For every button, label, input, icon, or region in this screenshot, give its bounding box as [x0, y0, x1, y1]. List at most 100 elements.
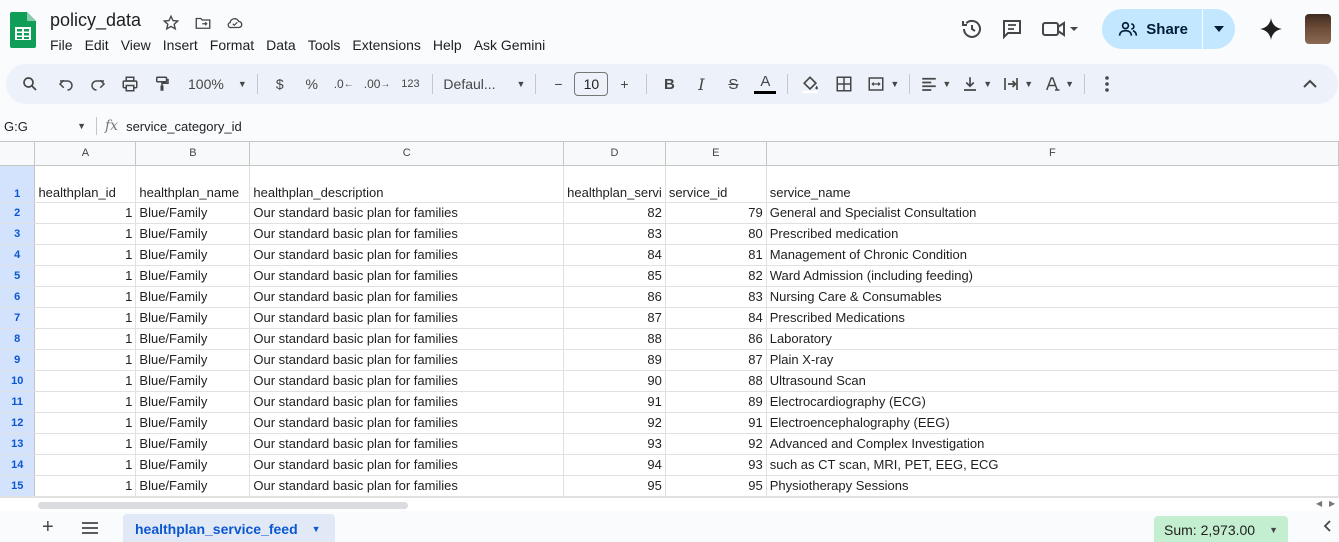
text-rotation-icon[interactable]: ▼ — [1041, 70, 1076, 98]
cell[interactable]: 1 — [34, 412, 137, 434]
cell[interactable]: Blue/Family — [135, 475, 251, 497]
cloud-status-icon[interactable] — [224, 12, 246, 34]
cell[interactable]: General and Specialist Consultation — [766, 202, 1339, 224]
cell[interactable]: 86 — [665, 328, 767, 350]
row-header[interactable]: 2 — [0, 202, 36, 224]
cell[interactable]: 1 — [34, 475, 137, 497]
meet-video-icon[interactable] — [1032, 9, 1088, 49]
row-header[interactable]: 3 — [0, 223, 36, 245]
column-header-d[interactable]: D — [563, 142, 666, 166]
text-wrapping-icon[interactable]: ▼ — [1000, 70, 1035, 98]
column-header-c[interactable]: C — [249, 142, 565, 166]
cell[interactable]: 94 — [563, 454, 666, 476]
borders-icon[interactable] — [830, 70, 858, 98]
cell[interactable]: 88 — [563, 328, 666, 350]
increase-font-size-button[interactable]: + — [610, 70, 638, 98]
row-header[interactable]: 14 — [0, 454, 36, 476]
cell[interactable]: 89 — [665, 391, 767, 413]
cell[interactable]: 87 — [563, 307, 666, 329]
cell[interactable]: Our standard basic plan for families — [249, 286, 565, 308]
menu-data[interactable]: Data — [260, 36, 302, 54]
cell[interactable]: 84 — [665, 307, 767, 329]
cell[interactable]: healthplan_servi — [563, 165, 666, 203]
cell[interactable]: 83 — [563, 223, 666, 245]
menu-view[interactable]: View — [115, 36, 157, 54]
menu-insert[interactable]: Insert — [157, 36, 204, 54]
cell[interactable]: 81 — [665, 244, 767, 266]
name-box[interactable]: G:G ▼ — [0, 119, 86, 134]
cell[interactable]: Our standard basic plan for families — [249, 391, 565, 413]
cell[interactable]: 1 — [34, 286, 137, 308]
font-size-value[interactable]: 10 — [574, 72, 609, 96]
cell[interactable]: 1 — [34, 244, 137, 266]
row-header[interactable]: 13 — [0, 433, 36, 455]
cell[interactable]: 91 — [665, 412, 767, 434]
cell[interactable]: Physiotherapy Sessions — [766, 475, 1339, 497]
cell[interactable]: service_id — [665, 165, 767, 203]
row-header[interactable]: 4 — [0, 244, 36, 266]
cell[interactable]: 84 — [563, 244, 666, 266]
cell[interactable]: Our standard basic plan for families — [249, 265, 565, 287]
search-menus-icon[interactable] — [16, 70, 44, 98]
document-title[interactable]: policy_data — [50, 10, 141, 31]
increase-decimal-button[interactable]: .00 → — [362, 70, 393, 98]
cell[interactable]: such as CT scan, MRI, PET, EEG, ECG — [766, 454, 1339, 476]
cell[interactable]: healthplan_id — [34, 165, 137, 203]
row-header[interactable]: 11 — [0, 391, 36, 413]
undo-icon[interactable] — [52, 70, 80, 98]
cell[interactable]: 90 — [563, 370, 666, 392]
cell[interactable]: 1 — [34, 391, 137, 413]
cell[interactable]: 1 — [34, 328, 137, 350]
cell[interactable]: Electrocardiography (ECG) — [766, 391, 1339, 413]
row-header[interactable]: 15 — [0, 475, 36, 497]
cell[interactable]: 1 — [34, 265, 137, 287]
font-family-select[interactable]: Defaul... ▼ — [441, 70, 527, 98]
redo-icon[interactable] — [84, 70, 112, 98]
cell[interactable]: Blue/Family — [135, 307, 251, 329]
text-color-button[interactable]: A — [751, 70, 779, 98]
cell[interactable]: Blue/Family — [135, 433, 251, 455]
horizontal-scrollbar[interactable]: ◀ ▶ — [0, 497, 1339, 511]
cell[interactable]: 1 — [34, 223, 137, 245]
cell[interactable]: Prescribed Medications — [766, 307, 1339, 329]
cell[interactable]: Electroencephalography (EEG) — [766, 412, 1339, 434]
cell[interactable]: 95 — [665, 475, 767, 497]
cell[interactable]: Blue/Family — [135, 328, 251, 350]
column-header-b[interactable]: B — [135, 142, 251, 166]
cell[interactable]: 89 — [563, 349, 666, 371]
cell[interactable]: Ward Admission (including feeding) — [766, 265, 1339, 287]
cell[interactable]: Laboratory — [766, 328, 1339, 350]
cell[interactable]: Management of Chronic Condition — [766, 244, 1339, 266]
cell[interactable]: Our standard basic plan for families — [249, 244, 565, 266]
select-all-corner[interactable] — [0, 142, 36, 166]
cell[interactable]: Blue/Family — [135, 202, 251, 224]
caret-down-icon[interactable]: ▼ — [312, 524, 321, 534]
star-icon[interactable] — [160, 12, 182, 34]
row-header[interactable]: 7 — [0, 307, 36, 329]
all-sheets-icon[interactable] — [82, 522, 98, 534]
row-header[interactable]: 6 — [0, 286, 36, 308]
cell[interactable]: healthplan_name — [135, 165, 251, 203]
move-folder-icon[interactable] — [192, 12, 214, 34]
scroll-right-icon[interactable]: ▶ — [1329, 499, 1335, 508]
paint-format-icon[interactable] — [148, 70, 176, 98]
format-percent-button[interactable]: % — [298, 70, 326, 98]
cell[interactable]: Prescribed medication — [766, 223, 1339, 245]
decrease-decimal-button[interactable]: .0 ← — [330, 70, 358, 98]
strikethrough-button[interactable]: S — [719, 70, 747, 98]
cell[interactable]: Blue/Family — [135, 244, 251, 266]
cell[interactable]: healthplan_description — [249, 165, 565, 203]
cell[interactable]: 85 — [563, 265, 666, 287]
row-header[interactable]: 9 — [0, 349, 36, 371]
cell[interactable]: 87 — [665, 349, 767, 371]
cell[interactable]: 1 — [34, 307, 137, 329]
cell[interactable]: service_name — [766, 165, 1339, 203]
menu-ask-gemini[interactable]: Ask Gemini — [468, 36, 552, 54]
cell[interactable]: 80 — [665, 223, 767, 245]
font-size-field[interactable]: 10 — [572, 70, 610, 98]
cell[interactable]: Blue/Family — [135, 454, 251, 476]
italic-button[interactable]: I — [687, 70, 715, 98]
cell[interactable]: Blue/Family — [135, 370, 251, 392]
column-header-e[interactable]: E — [665, 142, 767, 166]
add-sheet-button[interactable]: + — [42, 517, 54, 537]
